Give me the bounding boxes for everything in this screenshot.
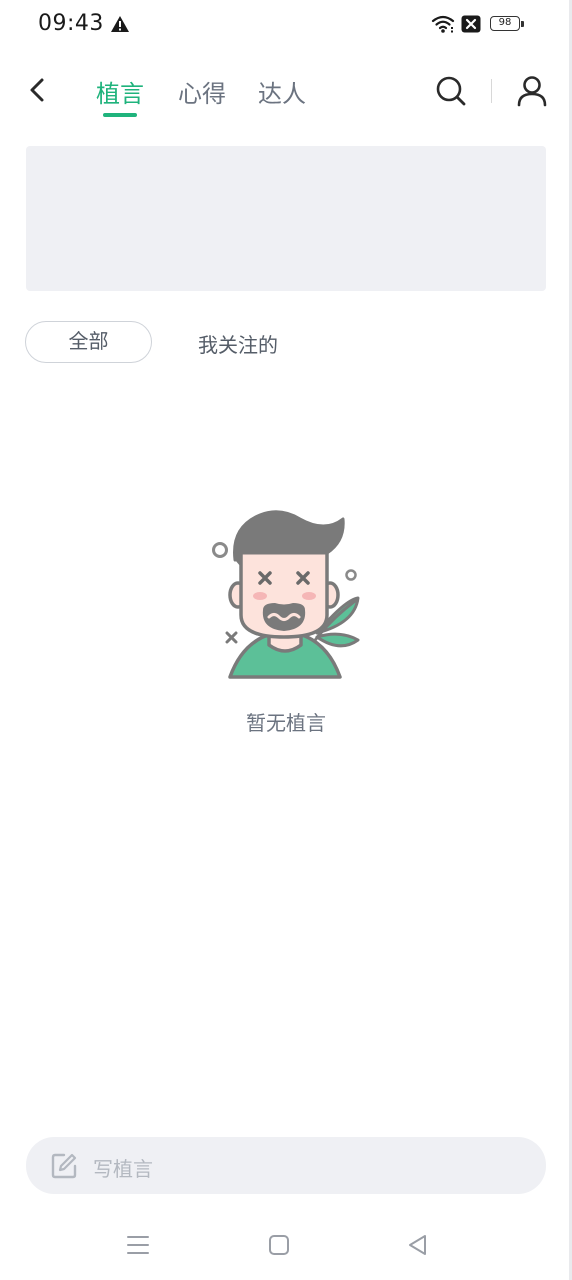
filter-following-button[interactable]: 我关注的 [198,329,278,358]
compose-placeholder: 写植言 [93,1157,153,1181]
top-navigation: 植言 心得 达人 [0,52,572,132]
header-divider [491,79,492,103]
empty-state-illustration [212,510,360,679]
status-time: 09:43 [38,11,104,36]
active-tab-indicator [103,113,137,117]
system-navigation-bar [0,1210,572,1280]
menu-icon[interactable] [124,1232,152,1258]
compose-input[interactable]: 写植言 [26,1137,546,1194]
banner-placeholder[interactable] [26,146,546,291]
wifi-icon [431,15,455,33]
status-bar: 09:43 98 [0,0,572,52]
home-square-icon[interactable] [266,1232,292,1258]
tab-daren[interactable]: 达人 [258,74,306,109]
search-icon[interactable] [434,74,468,108]
warning-icon [111,16,129,32]
user-icon[interactable] [515,74,549,108]
back-triangle-icon[interactable] [405,1232,431,1258]
sim-blocked-icon [461,15,481,33]
chevron-left-icon[interactable] [22,72,54,108]
battery-icon: 98 [490,16,524,33]
tab-zhiyan[interactable]: 植言 [96,74,144,109]
empty-state-text: 暂无植言 [246,711,326,735]
filter-all-button[interactable]: 全部 [25,321,152,363]
edit-icon [51,1153,77,1179]
battery-level: 98 [490,16,520,31]
tab-xinde[interactable]: 心得 [178,74,226,109]
